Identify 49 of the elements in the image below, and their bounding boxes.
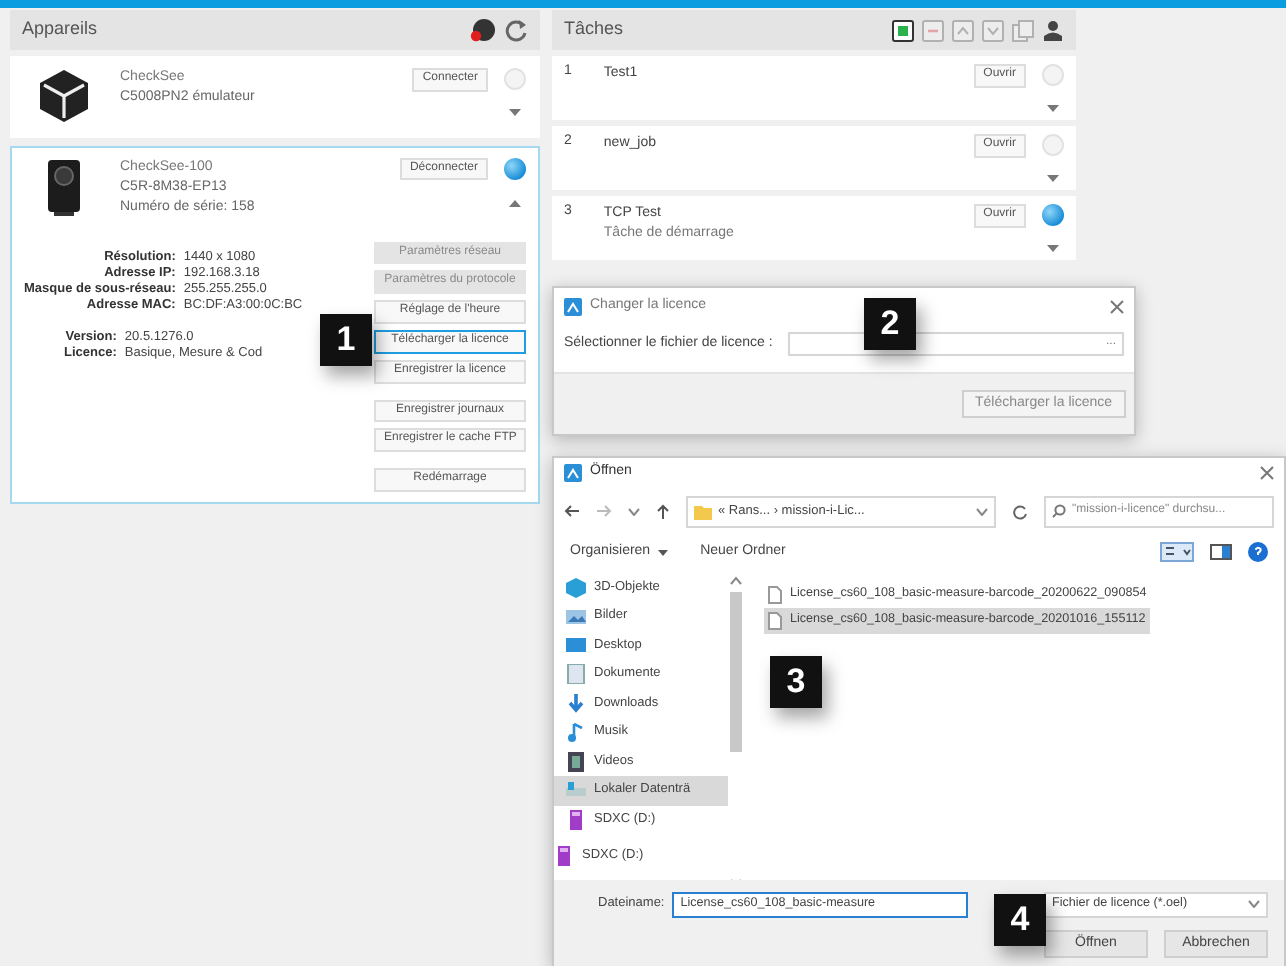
callout-number: 1	[320, 314, 372, 366]
caret-icon	[1248, 900, 1260, 909]
chevron-down-icon[interactable]	[508, 108, 522, 119]
picture-icon	[566, 606, 586, 627]
memory-card-icon	[566, 809, 586, 830]
refresh-icon[interactable]	[504, 18, 528, 42]
music-note-icon	[566, 722, 586, 743]
close-icon[interactable]	[1110, 299, 1124, 313]
chevron-up-icon[interactable]	[508, 198, 522, 208]
cube-icon	[38, 68, 90, 124]
camera-icon	[44, 157, 84, 218]
add-icon[interactable]	[892, 19, 914, 41]
caret-icon[interactable]	[628, 507, 640, 516]
chevron-down-icon[interactable]	[1046, 104, 1060, 115]
chevron-down-icon[interactable]	[1046, 174, 1060, 185]
toggle-indicator[interactable]	[1042, 64, 1064, 87]
close-icon[interactable]	[1260, 466, 1274, 481]
app-icon	[564, 297, 582, 315]
download-icon	[566, 693, 586, 714]
caret-icon	[658, 549, 669, 556]
folder-icon	[694, 503, 712, 520]
cube-icon	[566, 577, 586, 598]
panel-title: Tâches	[564, 18, 624, 42]
toggle-indicator[interactable]	[504, 157, 526, 180]
drive-icon	[566, 780, 586, 801]
callout-number: 3	[770, 656, 822, 708]
toggle-indicator[interactable]	[1042, 204, 1064, 227]
person-icon[interactable]	[1042, 19, 1064, 41]
toggle-indicator[interactable]	[504, 68, 526, 91]
caret-icon	[976, 507, 988, 516]
search-icon	[1052, 504, 1066, 519]
preview-pane-icon[interactable]	[1210, 544, 1232, 561]
film-icon	[566, 751, 586, 772]
refresh-icon[interactable]	[1012, 503, 1028, 520]
memory-card-icon	[554, 846, 574, 867]
up-arrow-icon[interactable]	[656, 503, 670, 520]
document-icon	[566, 664, 586, 685]
callout-number: 2	[864, 298, 916, 350]
help-icon[interactable]	[1248, 542, 1268, 563]
desktop-icon	[566, 635, 586, 656]
panel-title: Appareils	[22, 18, 98, 42]
camera-icon[interactable]	[470, 18, 496, 42]
chevron-down-icon[interactable]	[1046, 244, 1060, 255]
device-card[interactable]	[10, 145, 540, 504]
app-icon	[564, 464, 582, 483]
back-arrow-icon[interactable]	[564, 504, 580, 519]
view-options-icon[interactable]	[1160, 542, 1194, 563]
callout-number: 4	[994, 894, 1046, 946]
toggle-indicator[interactable]	[1042, 134, 1064, 157]
